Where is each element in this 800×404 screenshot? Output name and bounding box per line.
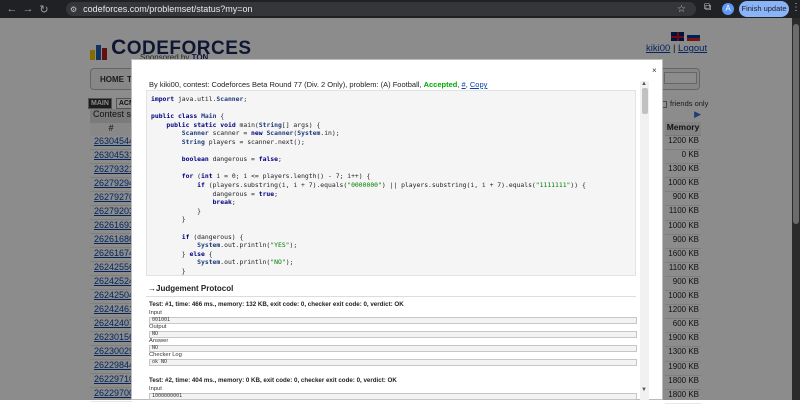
test-title: Test: #2, time: 404 ms., memory: 0 KB, e… [149,377,397,384]
modal-scrollbar[interactable]: ▲ ▼ [640,81,649,400]
finish-update-button[interactable]: Finish update [739,1,789,17]
scroll-thumb[interactable] [642,88,648,114]
profile-avatar[interactable]: A [722,3,734,15]
page-scrollbar[interactable] [792,18,800,400]
back-icon[interactable]: ← [4,3,20,15]
divider [146,296,636,297]
judgement-protocol-title[interactable]: →Judgement Protocol [148,284,233,293]
test-2: Test: #2, time: 404 ms., memory: 0 KB, e… [149,377,637,400]
reload-icon[interactable]: ↻ [36,3,52,16]
scroll-up-icon[interactable]: ▲ [641,81,647,87]
browser-toolbar: ← → ↻ ⚙ codeforces.com/problemset/status… [0,0,800,18]
forward-icon[interactable]: → [20,3,36,15]
verdict-badge: Accepted [423,80,458,89]
scroll-down-icon[interactable]: ▼ [641,387,647,393]
more-menu-icon[interactable]: ⋮ [791,2,800,13]
test-title: Test: #1, time: 466 ms., memory: 132 KB,… [149,301,404,308]
test-input: 1000000001 [149,393,637,400]
test-checker-log: ok NO [149,359,637,366]
test-output: NO [149,331,637,338]
source-code[interactable]: import java.util.Scanner; public class M… [146,90,636,276]
submission-modal: × By kiki00, contest: Codeforces Beta Ro… [131,59,663,400]
address-url: codeforces.com/problemset/status?my=on [83,4,253,14]
test-input: 001001 [149,317,637,324]
address-bar[interactable]: ⚙ codeforces.com/problemset/status?my=on… [66,2,696,16]
submission-info: By kiki00, contest: Codeforces Beta Roun… [149,80,488,89]
close-icon[interactable]: × [652,66,657,75]
test-answer: NO [149,345,637,352]
copy-link[interactable]: Copy [470,80,488,89]
extensions-icon[interactable]: ⧉ [704,2,711,13]
test-1: Test: #1, time: 466 ms., memory: 132 KB,… [149,301,637,366]
site-info-icon[interactable]: ⚙ [70,5,77,14]
bookmark-star-icon[interactable]: ☆ [677,4,686,15]
